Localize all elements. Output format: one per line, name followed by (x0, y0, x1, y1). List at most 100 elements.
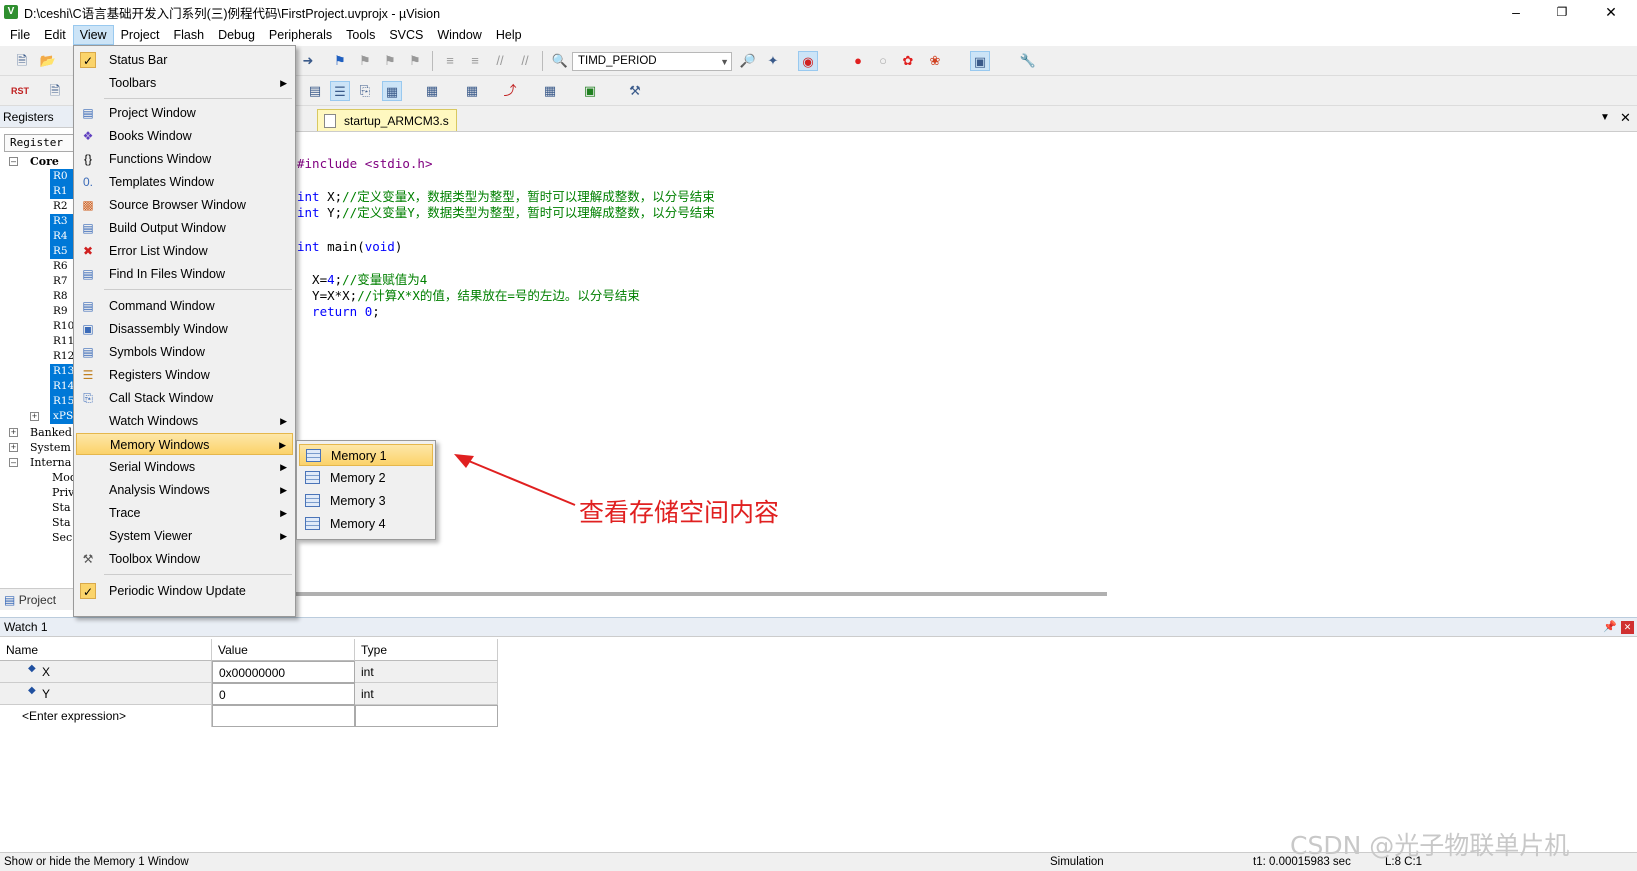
register-r0[interactable]: R0 (50, 169, 75, 184)
menu-item-memory-windows[interactable]: Memory Windows ▶ (76, 433, 293, 455)
menu-item-serial-windows[interactable]: Serial Windows ▶ (76, 456, 293, 478)
project-tab[interactable]: ▤ Project (0, 588, 75, 610)
target-combo[interactable]: TIMD_PERIOD ▼ (572, 52, 732, 71)
menu-item-memory-2[interactable]: Memory 2 (299, 467, 433, 489)
menu-help[interactable]: Help (489, 25, 529, 45)
register-xpsr[interactable]: xPS (50, 409, 75, 424)
bookmark-icon[interactable]: ⚑ (330, 51, 350, 71)
expand-icon[interactable]: + (9, 428, 18, 437)
bookmark-next-icon[interactable]: ⚑ (380, 51, 400, 71)
menu-item-analysis-windows[interactable]: Analysis Windows ▶ (76, 479, 293, 501)
register-r7[interactable]: R7 (50, 274, 75, 289)
code-editor[interactable]: #include <stdio.h> int X;//定义变量X，数据类型为整型… (287, 132, 1637, 587)
banked-node[interactable]: Banked (30, 425, 72, 440)
bookmark-prev-icon[interactable]: ⚑ (355, 51, 375, 71)
register-r14[interactable]: R14 (50, 379, 75, 394)
menu-item-disassembly[interactable]: ▣ Disassembly Window (76, 318, 293, 340)
enter-expression-row[interactable]: <Enter expression> (0, 705, 212, 727)
register-r13[interactable]: R13 (50, 364, 75, 379)
pin-icon[interactable]: 📌 (1603, 620, 1617, 633)
menu-debug[interactable]: Debug (211, 25, 262, 45)
menu-item-build-output[interactable]: ▤ Build Output Window (76, 217, 293, 239)
register-r2[interactable]: R2 (50, 199, 75, 214)
register-r5[interactable]: R5 (50, 244, 75, 259)
close-tab-icon[interactable]: ✕ (1620, 110, 1631, 126)
menu-project[interactable]: Project (114, 25, 167, 45)
registers-window-icon[interactable]: ☰ (330, 81, 350, 101)
window-layout-icon[interactable]: ▣ (970, 51, 990, 71)
uncomment-icon[interactable]: // (515, 51, 535, 71)
menu-item-source-browser[interactable]: ▩ Source Browser Window (76, 194, 293, 216)
system-viewer-icon[interactable]: ▣ (580, 81, 600, 101)
debug-session-icon[interactable]: ◉ (798, 51, 818, 71)
menu-item-periodic-update[interactable]: ✓ Periodic Window Update (76, 580, 293, 602)
register-r9[interactable]: R9 (50, 304, 75, 319)
system-node[interactable]: System (30, 440, 71, 455)
open-file-icon[interactable]: 📂 (38, 51, 58, 71)
editor-scrollbar[interactable] (287, 592, 1107, 596)
serial-window-icon[interactable]: ▦ (462, 81, 482, 101)
bookmark-clear-icon[interactable]: ⚑ (405, 51, 425, 71)
menu-item-status-bar[interactable]: ✓ Status Bar (76, 49, 293, 71)
comment-icon[interactable]: // (490, 51, 510, 71)
call-stack-icon[interactable]: ⎘ (355, 81, 375, 101)
internal-node[interactable]: Interna (30, 455, 71, 470)
menu-item-watch-windows[interactable]: Watch Windows ▶ (76, 410, 293, 432)
watch-header-type[interactable]: Type (355, 639, 498, 661)
menu-item-templates-window[interactable]: 0. Templates Window (76, 171, 293, 193)
indent-icon[interactable]: ≡ (440, 51, 460, 71)
breakpoint-icon[interactable]: ● (848, 51, 868, 71)
toolbox-icon[interactable]: ⚒ (625, 81, 645, 101)
reset-icon[interactable]: RST (10, 81, 30, 101)
analysis-window-icon[interactable]: ⤴ (500, 81, 520, 101)
menu-item-toolbox[interactable]: ⚒ Toolbox Window (76, 548, 293, 570)
register-r8[interactable]: R8 (50, 289, 75, 304)
trace-window-icon[interactable]: ▦ (540, 81, 560, 101)
menu-item-project-window[interactable]: ▤ Project Window (76, 102, 293, 124)
menu-edit[interactable]: Edit (37, 25, 73, 45)
menu-item-memory-4[interactable]: Memory 4 (299, 513, 433, 535)
menu-svcs[interactable]: SVCS (382, 25, 430, 45)
menu-item-command-window[interactable]: ▤ Command Window (76, 295, 293, 317)
menu-item-toolbars[interactable]: Toolbars ▶ (76, 72, 293, 94)
collapse-icon[interactable]: – (9, 157, 18, 166)
register-r15[interactable]: R15 (50, 394, 75, 409)
menu-item-symbols[interactable]: ▤ Symbols Window (76, 341, 293, 363)
configure-icon[interactable]: 🔧 (1018, 51, 1038, 71)
menu-item-memory-1[interactable]: Memory 1 (299, 444, 433, 466)
disable-breakpoint-icon[interactable]: ○ (873, 51, 893, 71)
register-r11[interactable]: R11 (50, 334, 75, 349)
watch-value-x[interactable]: 0x00000000 (212, 661, 355, 683)
collapse-icon[interactable]: – (9, 458, 18, 467)
expand-icon[interactable]: + (30, 412, 39, 421)
watch-value-empty[interactable] (212, 705, 355, 727)
menu-item-error-list[interactable]: ✖ Error List Window (76, 240, 293, 262)
core-node[interactable]: Core (30, 154, 59, 169)
nav-forward-icon[interactable]: ➜ (298, 51, 318, 71)
incremental-find-icon[interactable]: ✦ (763, 51, 783, 71)
register-r6[interactable]: R6 (50, 259, 75, 274)
tab-list-icon[interactable]: ▼ (1600, 112, 1610, 123)
close-panel-icon[interactable]: ✕ (1621, 621, 1634, 634)
menu-tools[interactable]: Tools (339, 25, 382, 45)
maximize-button[interactable]: ❐ (1536, 0, 1588, 24)
run-icon[interactable]: 🗎 (45, 81, 65, 101)
register-r12[interactable]: R12 (50, 349, 75, 364)
command-window-icon[interactable]: ▤ (305, 81, 325, 101)
menu-peripherals[interactable]: Peripherals (262, 25, 339, 45)
menu-flash[interactable]: Flash (166, 25, 211, 45)
register-r1[interactable]: R1 (50, 184, 75, 199)
register-r10[interactable]: R10 (50, 319, 75, 334)
watch-window-icon[interactable]: ▦ (382, 81, 402, 101)
menu-item-call-stack[interactable]: ⎘ Call Stack Window (76, 387, 293, 409)
menu-item-books-window[interactable]: ❖ Books Window (76, 125, 293, 147)
expand-icon[interactable]: + (9, 443, 18, 452)
tab-startup-file[interactable]: startup_ARMCM3.s (317, 109, 457, 131)
breakpoints-menu-icon[interactable]: ❀ (925, 51, 945, 71)
menu-window[interactable]: Window (430, 25, 488, 45)
register-r3[interactable]: R3 (50, 214, 75, 229)
memory-window-icon[interactable]: ▦ (422, 81, 442, 101)
find-icon[interactable]: 🔍 (550, 51, 570, 71)
menu-view[interactable]: View (72, 25, 114, 45)
close-button[interactable]: ✕ (1585, 0, 1637, 24)
